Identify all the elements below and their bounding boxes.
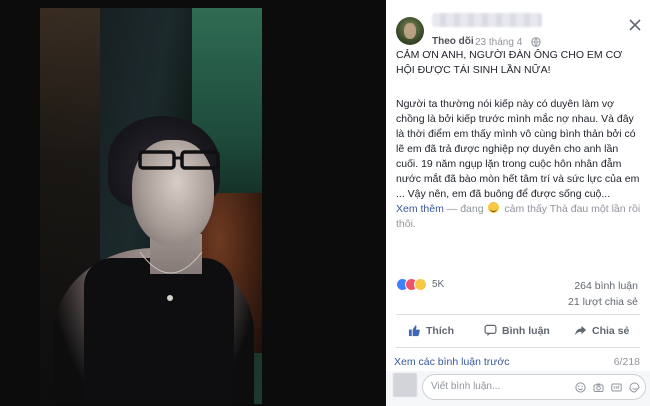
emoji-icon[interactable]	[575, 382, 586, 393]
camera-icon[interactable]	[593, 382, 604, 393]
post-body: Người ta thường nói kiếp này có duyên là…	[396, 97, 642, 232]
post-photo[interactable]	[40, 8, 262, 404]
comment-button[interactable]: Bình luận	[484, 324, 550, 337]
sad-face-icon	[488, 202, 500, 213]
comment-placeholder: Viết bình luận...	[431, 381, 501, 392]
photo-viewer	[0, 0, 386, 406]
post-panel: Theo dõi · 23 tháng 4 CẢM ƠN ANH, NGƯỜI …	[386, 0, 650, 406]
shares-count[interactable]: 21 lượt chia sẻ	[568, 296, 638, 308]
view-previous-comments-link[interactable]: Xem các bình luận trước	[394, 356, 509, 368]
comment-page-count: 6/218	[613, 356, 640, 368]
share-arrow-icon	[575, 325, 587, 336]
like-button[interactable]: Thích	[408, 324, 454, 337]
author-avatar[interactable]	[396, 17, 424, 45]
comments-count[interactable]: 264 bình luận	[574, 280, 638, 292]
comment-composer: Viết bình luận...	[386, 371, 650, 406]
sticker-icon[interactable]	[629, 382, 640, 393]
separator-dot: ·	[468, 36, 472, 47]
post-title: CẢM ƠN ANH, NGƯỜI ĐÀN ÔNG CHO EM CƠ HỘI …	[396, 49, 623, 76]
reactions-count[interactable]: 5K	[432, 279, 444, 290]
post-header: Theo dõi · 23 tháng 4	[386, 0, 650, 52]
see-more-link[interactable]: Xem thêm	[396, 203, 444, 215]
thumbs-up-icon	[408, 325, 420, 337]
post-body-text: Người ta thường nói kiếp này có duyên là…	[396, 98, 640, 200]
sad-reaction-icon	[414, 278, 427, 291]
feeling-prefix: — đang	[443, 203, 487, 215]
comment-bubble-icon	[484, 324, 497, 337]
divider	[396, 347, 640, 348]
globe-icon	[531, 37, 541, 47]
comment-label: Bình luận	[502, 324, 550, 337]
photo-glasses	[138, 150, 220, 170]
comment-input[interactable]: Viết bình luận...	[422, 374, 646, 400]
share-label: Chia sẻ	[592, 324, 630, 337]
action-bar: Thích Bình luận Chia sẻ	[386, 318, 650, 346]
like-label: Thích	[426, 324, 454, 337]
post-date[interactable]: 23 tháng 4	[475, 37, 522, 48]
gif-icon[interactable]	[611, 382, 622, 393]
photo-necklace	[139, 251, 203, 301]
share-button[interactable]: Chia sẻ	[574, 324, 629, 337]
my-avatar	[393, 373, 417, 397]
divider	[396, 314, 640, 315]
close-icon[interactable]	[628, 18, 642, 32]
author-name-blurred[interactable]	[432, 13, 542, 27]
